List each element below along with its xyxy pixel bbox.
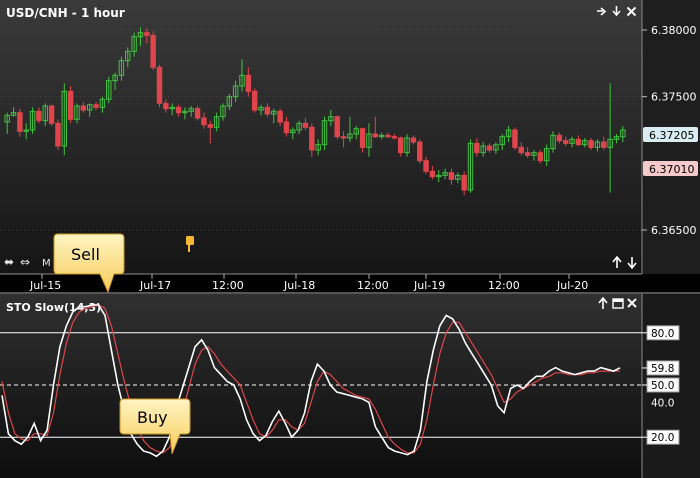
candle-body bbox=[397, 137, 404, 154]
candle-body bbox=[429, 170, 436, 178]
candle-body bbox=[601, 141, 607, 148]
candle bbox=[55, 119, 61, 150]
candle bbox=[67, 86, 74, 124]
candle-body bbox=[410, 137, 417, 143]
candle bbox=[156, 64, 163, 108]
event-marker-stem bbox=[188, 245, 190, 252]
candle-body bbox=[391, 136, 398, 139]
candle-body bbox=[201, 117, 207, 126]
candle-body bbox=[588, 140, 594, 148]
candle-body bbox=[67, 90, 74, 120]
candle-body bbox=[93, 104, 99, 108]
candle-body bbox=[518, 146, 524, 154]
price-tick-label: 6.37500 bbox=[651, 91, 697, 104]
time-tick-label: 12:00 bbox=[488, 279, 520, 292]
candle-body bbox=[302, 122, 309, 128]
osc-maximize-bar bbox=[613, 299, 623, 302]
chart-root: USD/CNH - 1 hour 6.38000 6.37500 6.36500 6… bbox=[0, 0, 700, 478]
scroll-both-icon[interactable]: ⬌ bbox=[4, 255, 14, 269]
candle-body bbox=[163, 102, 169, 110]
candle-body bbox=[334, 116, 340, 138]
candle bbox=[251, 88, 258, 113]
current-ask-label: 6.37010 bbox=[649, 163, 695, 176]
candle-body bbox=[80, 105, 87, 111]
price-tick-label: 6.38000 bbox=[651, 24, 697, 37]
osc-tick-label: 40.0 bbox=[651, 397, 674, 409]
event-marker-flag[interactable] bbox=[186, 236, 194, 245]
candle-body bbox=[251, 90, 258, 111]
candle-body bbox=[264, 106, 271, 115]
candle bbox=[512, 127, 518, 150]
candle-body bbox=[340, 136, 347, 139]
candle bbox=[150, 31, 156, 70]
candle bbox=[194, 106, 201, 121]
candle-body bbox=[150, 34, 156, 68]
candle-body bbox=[556, 134, 563, 142]
candle-body bbox=[562, 140, 569, 144]
time-tick-label: Jul-15 bbox=[29, 279, 61, 292]
candle-body bbox=[575, 138, 582, 146]
candle-body bbox=[385, 134, 391, 138]
candle-body bbox=[194, 108, 201, 119]
candle-body bbox=[283, 121, 290, 134]
candle-body bbox=[359, 128, 366, 148]
candle-body bbox=[417, 141, 423, 162]
candle-body bbox=[524, 152, 531, 156]
current-bid-marker: 6.37205 bbox=[643, 127, 698, 142]
panel-separator bbox=[0, 292, 700, 294]
current-bid-label: 6.37205 bbox=[649, 129, 695, 142]
osc-tick-label: 80.0 bbox=[651, 328, 674, 340]
candle-body bbox=[55, 122, 61, 147]
candle-body bbox=[423, 160, 429, 172]
time-tick-label: Jul-19 bbox=[413, 279, 445, 292]
candle-body bbox=[245, 74, 252, 92]
symbol-title: USD/CNH - 1 hour bbox=[6, 6, 125, 20]
marker-toggle[interactable]: M bbox=[42, 258, 51, 269]
time-tick-label: 12:00 bbox=[212, 279, 244, 292]
candle-body bbox=[448, 172, 455, 180]
oscillator-panel: STO Slow(14,3) 80.059.850.040.020.0 bbox=[0, 292, 700, 478]
close-panel-icon[interactable] bbox=[626, 6, 637, 17]
candle-body bbox=[474, 142, 480, 154]
zoom-icon[interactable]: ⇔ bbox=[20, 255, 30, 269]
candle bbox=[417, 139, 423, 164]
candle-body bbox=[207, 124, 213, 128]
candle-body bbox=[156, 66, 163, 104]
osc-tick-label: 50.0 bbox=[651, 380, 674, 392]
price-panel-controls bbox=[596, 6, 637, 17]
candle-body bbox=[277, 110, 283, 123]
candle-body bbox=[17, 112, 23, 132]
candle-body bbox=[512, 129, 518, 148]
time-tick-label: 12:00 bbox=[357, 279, 389, 292]
candle bbox=[48, 104, 55, 126]
candle-body bbox=[175, 106, 182, 114]
buy-callout-label: Buy bbox=[137, 408, 168, 427]
time-tick-label: Jul-17 bbox=[139, 279, 171, 292]
candle-body bbox=[144, 32, 150, 36]
price-plot-area bbox=[0, 0, 642, 274]
move-down-icon[interactable] bbox=[611, 6, 622, 17]
candle-body bbox=[48, 105, 55, 124]
candle-body bbox=[461, 174, 467, 191]
candle-body bbox=[36, 110, 42, 122]
candle bbox=[334, 115, 340, 140]
oscillator-plot-area bbox=[0, 294, 642, 478]
candle-body bbox=[537, 152, 544, 162]
candle-body bbox=[372, 133, 379, 138]
time-tick-label: Jul-18 bbox=[283, 279, 315, 292]
current-ask-marker: 6.37010 bbox=[643, 161, 698, 176]
candle-body bbox=[486, 145, 493, 151]
osc-tick-label: 59.8 bbox=[651, 363, 674, 375]
sell-callout: Sell bbox=[53, 233, 125, 294]
osc-tick-label: 20.0 bbox=[651, 432, 674, 444]
navigation-controls: ⬌ ⇔ M bbox=[4, 255, 51, 269]
candle-body bbox=[309, 126, 315, 151]
price-tick-label: 6.36500 bbox=[651, 224, 697, 237]
time-tick-label: Jul-20 bbox=[556, 279, 588, 292]
move-right-icon[interactable] bbox=[596, 6, 607, 17]
sell-callout-label: Sell bbox=[71, 245, 100, 264]
